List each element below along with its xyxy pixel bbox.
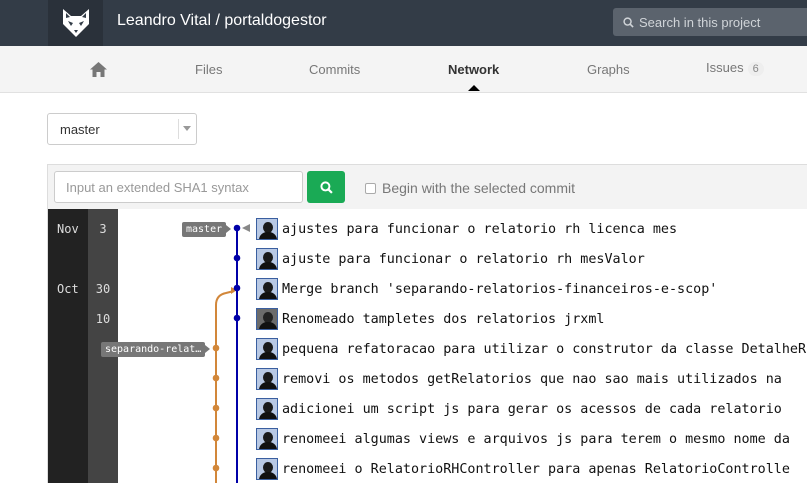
avatar	[256, 428, 278, 450]
commit-dot[interactable]	[233, 284, 241, 292]
head-pointer-icon	[242, 224, 250, 232]
commit-row[interactable]: pequena refatoracao para utilizar o cons…	[256, 336, 806, 362]
network-filter-bar: Begin with the selected commit	[47, 164, 807, 209]
commit-message[interactable]: Merge branch 'separando-relatorios-finan…	[282, 282, 717, 297]
branch-select-value: master	[60, 122, 100, 137]
project-nav: Files Commits Network Graphs Issues 6	[0, 46, 807, 93]
commit-row[interactable]: adicionei um script js para gerar os ace…	[256, 396, 782, 422]
commit-message[interactable]: Renomeado tampletes dos relatorios jrxml	[282, 312, 604, 327]
search-icon	[319, 180, 333, 194]
nav-graphs[interactable]: Graphs	[587, 62, 630, 77]
branch-select[interactable]: master	[47, 113, 197, 145]
commit-dot[interactable]	[212, 434, 220, 442]
sha-search-button[interactable]	[307, 171, 345, 203]
commit-message[interactable]: removi os metodos getRelatorios que nao …	[282, 372, 782, 387]
commit-dot[interactable]	[233, 254, 241, 262]
avatar	[256, 308, 278, 330]
commit-dot[interactable]	[212, 464, 220, 472]
commit-dot[interactable]	[212, 344, 220, 352]
nav-home[interactable]	[89, 61, 108, 81]
commit-dot[interactable]	[212, 404, 220, 412]
commit-message[interactable]: renomeei algumas views e arquivos js par…	[282, 432, 790, 447]
commit-row[interactable]: ajustes para funcionar o relatorio rh li…	[256, 216, 677, 242]
project-search[interactable]: Search in this project	[613, 8, 807, 36]
nav-commits[interactable]: Commits	[309, 62, 360, 77]
nav-files[interactable]: Files	[195, 62, 222, 77]
branch-label-feature[interactable]: separando-relat…	[101, 342, 211, 357]
commit-message[interactable]: ajuste para funcionar o relatorio rh mes…	[282, 252, 645, 267]
avatar	[256, 338, 278, 360]
commit-message[interactable]: renomeei o RelatorioRHController para ap…	[282, 462, 790, 477]
commit-message[interactable]: pequena refatoracao para utilizar o cons…	[282, 342, 806, 357]
fox-logo-icon	[62, 9, 89, 37]
avatar	[256, 368, 278, 390]
network-graph: Nov Oct 3 30 10 master separando-relat… …	[47, 209, 807, 483]
commit-row[interactable]: removi os metodos getRelatorios que nao …	[256, 366, 782, 392]
chevron-down-icon	[183, 126, 191, 131]
select-divider	[178, 119, 179, 139]
avatar	[256, 278, 278, 300]
begin-checkbox[interactable]	[365, 182, 376, 194]
avatar	[256, 458, 278, 480]
begin-with-selected[interactable]: Begin with the selected commit	[365, 180, 575, 196]
issues-count-badge: 6	[747, 62, 764, 76]
active-tab-caret	[468, 85, 480, 91]
search-placeholder: Search in this project	[639, 14, 761, 30]
sha-input[interactable]	[54, 171, 303, 203]
commit-row[interactable]: renomeei algumas views e arquivos js par…	[256, 426, 790, 452]
commit-message[interactable]: adicionei um script js para gerar os ace…	[282, 402, 782, 417]
commit-dot[interactable]	[212, 374, 220, 382]
project-title[interactable]: Leandro Vital / portaldogestor	[117, 12, 327, 30]
avatar	[256, 398, 278, 420]
commit-row[interactable]: Merge branch 'separando-relatorios-finan…	[256, 276, 717, 302]
avatar	[256, 248, 278, 270]
commit-row[interactable]: ajuste para funcionar o relatorio rh mes…	[256, 246, 645, 272]
commit-row[interactable]: Renomeado tampletes dos relatorios jrxml	[256, 306, 604, 332]
commit-message[interactable]: ajustes para funcionar o relatorio rh li…	[282, 222, 677, 237]
nav-issues[interactable]: Issues 6	[706, 60, 764, 76]
nav-network[interactable]: Network	[448, 62, 499, 77]
begin-label: Begin with the selected commit	[382, 180, 575, 196]
home-icon	[90, 62, 107, 77]
top-header: Leandro Vital / portaldogestor Search in…	[0, 0, 807, 46]
commit-row[interactable]: renomeei o RelatorioRHController para ap…	[256, 456, 790, 482]
nav-issues-label: Issues	[706, 60, 744, 75]
commit-dot[interactable]	[233, 314, 241, 322]
search-icon	[623, 16, 634, 28]
commit-dot[interactable]	[233, 224, 241, 232]
branch-label-master[interactable]: master	[182, 222, 232, 237]
avatar	[256, 218, 278, 240]
gitlab-logo[interactable]	[48, 0, 103, 46]
